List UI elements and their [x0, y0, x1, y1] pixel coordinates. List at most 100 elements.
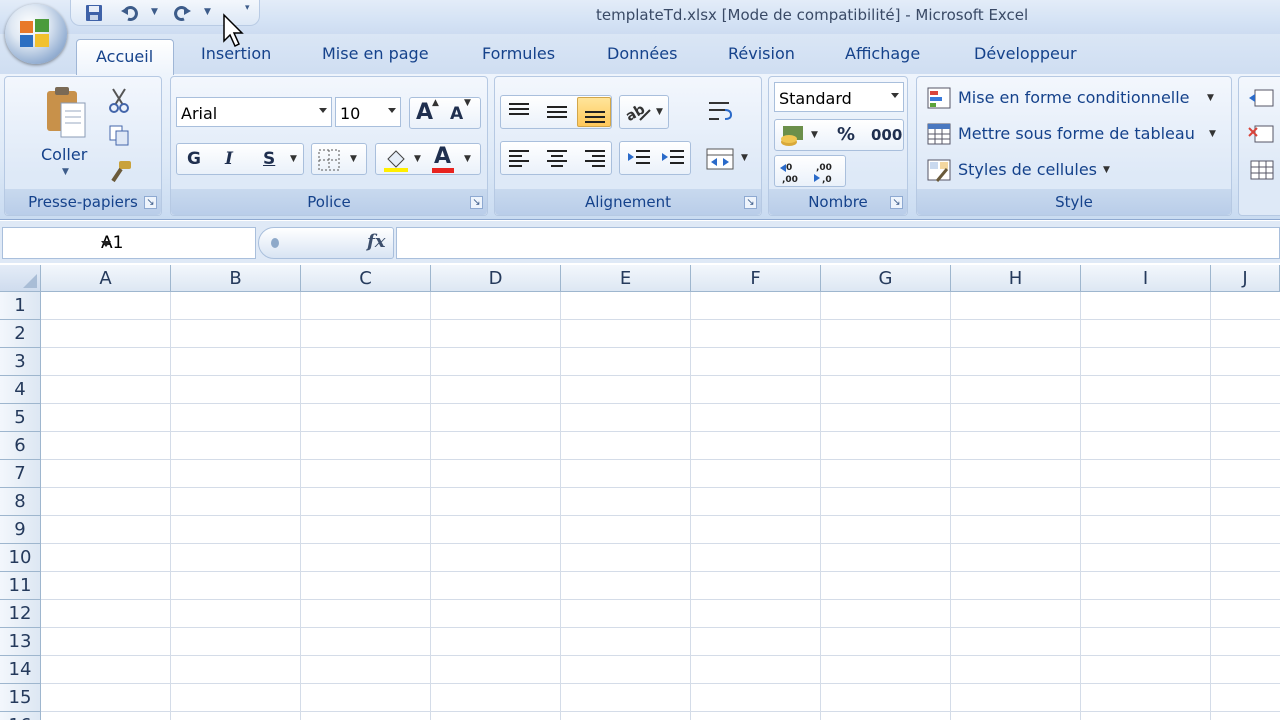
worksheet-grid[interactable]: ABCDEFGHIJ 12345678910111213141516 — [0, 265, 1280, 720]
column-header-j[interactable]: J — [1211, 265, 1280, 292]
undo-icon[interactable] — [119, 3, 141, 23]
format-as-table-button[interactable]: Mettre sous forme de tableau — [958, 124, 1195, 143]
accounting-dropdown-icon[interactable]: ▼ — [811, 130, 818, 140]
format-as-table-dropdown-icon[interactable]: ▼ — [1209, 129, 1216, 139]
save-icon[interactable] — [83, 3, 105, 23]
name-box[interactable]: A1 — [2, 227, 256, 259]
customize-qat-icon[interactable]: ▾ — [245, 3, 255, 13]
copy-icon[interactable] — [107, 123, 131, 147]
row-header-8[interactable]: 8 — [0, 488, 41, 516]
row-header-5[interactable]: 5 — [0, 404, 41, 432]
number-format-combo[interactable]: Standard — [774, 82, 904, 112]
align-bottom-button[interactable] — [577, 97, 611, 127]
tab-revision[interactable]: Révision — [728, 44, 795, 63]
font-size-combo[interactable]: 10 — [335, 97, 401, 127]
fill-color-dropdown-icon[interactable]: ▼ — [414, 154, 421, 164]
tab-affichage[interactable]: Affichage — [845, 44, 920, 63]
row-header-13[interactable]: 13 — [0, 628, 41, 656]
redo-dropdown-icon[interactable]: ▼ — [204, 7, 214, 17]
thousands-separator-button[interactable]: 000 — [871, 126, 902, 144]
percent-style-button[interactable]: % — [837, 124, 855, 145]
row-header-7[interactable]: 7 — [0, 460, 41, 488]
office-button[interactable] — [5, 4, 67, 64]
increase-indent-icon[interactable] — [660, 148, 686, 170]
column-header-b[interactable]: B — [171, 265, 301, 292]
paste-label[interactable]: Coller — [41, 145, 87, 164]
conditional-formatting-dropdown-icon[interactable]: ▼ — [1207, 93, 1214, 103]
number-format-dropdown-icon[interactable] — [891, 93, 899, 98]
paste-dropdown-icon[interactable]: ▼ — [62, 167, 69, 177]
tab-formules[interactable]: Formules — [482, 44, 555, 63]
column-header-i[interactable]: I — [1081, 265, 1211, 292]
merge-dropdown-icon[interactable]: ▼ — [741, 153, 748, 163]
align-left-icon[interactable] — [507, 149, 531, 169]
merge-center-icon[interactable] — [705, 145, 735, 173]
alignment-dialog-launcher-icon[interactable]: ↘ — [744, 196, 757, 209]
format-cells-icon[interactable] — [1247, 159, 1275, 181]
font-name-dropdown-icon[interactable] — [319, 108, 327, 113]
tab-donnees[interactable]: Données — [607, 44, 677, 63]
delete-cells-icon[interactable] — [1247, 123, 1275, 145]
increase-decimal-icon[interactable]: 0 ,00 — [778, 160, 808, 184]
row-header-16[interactable]: 16 — [0, 712, 41, 720]
cell-styles-dropdown-icon[interactable]: ▼ — [1103, 165, 1110, 175]
font-name-combo[interactable]: Arial — [176, 97, 332, 127]
cell-styles-button[interactable]: Styles de cellules — [958, 160, 1097, 179]
fill-color-icon[interactable] — [382, 147, 410, 173]
orientation-dropdown-icon[interactable]: ▼ — [656, 107, 663, 117]
formula-bar-resize-handle[interactable] — [271, 238, 279, 248]
column-header-h[interactable]: H — [951, 265, 1081, 292]
column-header-d[interactable]: D — [431, 265, 561, 292]
font-color-dropdown-icon[interactable]: ▼ — [464, 154, 471, 164]
cut-icon[interactable] — [107, 87, 131, 113]
column-header-g[interactable]: G — [821, 265, 951, 292]
row-header-3[interactable]: 3 — [0, 348, 41, 376]
tab-accueil[interactable]: Accueil — [76, 39, 174, 75]
name-box-dropdown-icon[interactable] — [101, 241, 111, 247]
row-header-1[interactable]: 1 — [0, 292, 41, 320]
align-top-icon[interactable] — [507, 102, 531, 122]
redo-icon[interactable] — [171, 3, 193, 23]
bold-button[interactable]: G — [187, 149, 201, 169]
decrease-decimal-icon[interactable]: ,00 ,0 — [812, 160, 842, 184]
font-dialog-launcher-icon[interactable]: ↘ — [470, 196, 483, 209]
font-size-dropdown-icon[interactable] — [388, 108, 396, 113]
column-header-f[interactable]: F — [691, 265, 821, 292]
align-right-icon[interactable] — [583, 149, 607, 169]
underline-button[interactable]: S — [263, 149, 275, 169]
column-header-a[interactable]: A — [41, 265, 171, 292]
orientation-button[interactable]: ab ▼ — [619, 95, 669, 129]
row-header-11[interactable]: 11 — [0, 572, 41, 600]
row-header-12[interactable]: 12 — [0, 600, 41, 628]
row-header-4[interactable]: 4 — [0, 376, 41, 404]
align-middle-icon[interactable] — [545, 102, 569, 122]
increase-font-icon[interactable]: A — [416, 100, 433, 125]
number-dialog-launcher-icon[interactable]: ↘ — [890, 196, 903, 209]
insert-cells-icon[interactable] — [1247, 87, 1275, 109]
underline-dropdown-icon[interactable]: ▼ — [290, 154, 297, 164]
column-header-e[interactable]: E — [561, 265, 691, 292]
font-color-icon[interactable]: A — [434, 144, 451, 169]
accounting-format-icon[interactable] — [779, 124, 807, 148]
row-header-14[interactable]: 14 — [0, 656, 41, 684]
tab-developpeur[interactable]: Développeur — [974, 44, 1077, 63]
clipboard-dialog-launcher-icon[interactable]: ↘ — [144, 196, 157, 209]
format-painter-icon[interactable] — [107, 159, 133, 185]
decrease-indent-icon[interactable] — [626, 148, 652, 170]
decrease-font-icon[interactable]: A — [450, 104, 463, 124]
paste-icon[interactable] — [43, 85, 89, 141]
conditional-formatting-button[interactable]: Mise en forme conditionnelle — [958, 88, 1190, 107]
borders-button[interactable]: ▼ — [311, 143, 367, 175]
undo-dropdown-icon[interactable]: ▼ — [151, 7, 161, 17]
row-header-10[interactable]: 10 — [0, 544, 41, 572]
wrap-text-icon[interactable] — [705, 97, 735, 127]
italic-button[interactable]: I — [225, 149, 233, 169]
insert-function-button[interactable]: fx — [367, 231, 385, 252]
row-header-15[interactable]: 15 — [0, 684, 41, 712]
row-header-2[interactable]: 2 — [0, 320, 41, 348]
select-all-button[interactable] — [0, 265, 41, 292]
formula-input[interactable] — [396, 227, 1280, 259]
row-header-9[interactable]: 9 — [0, 516, 41, 544]
tab-mise-en-page[interactable]: Mise en page — [322, 44, 429, 63]
row-header-6[interactable]: 6 — [0, 432, 41, 460]
